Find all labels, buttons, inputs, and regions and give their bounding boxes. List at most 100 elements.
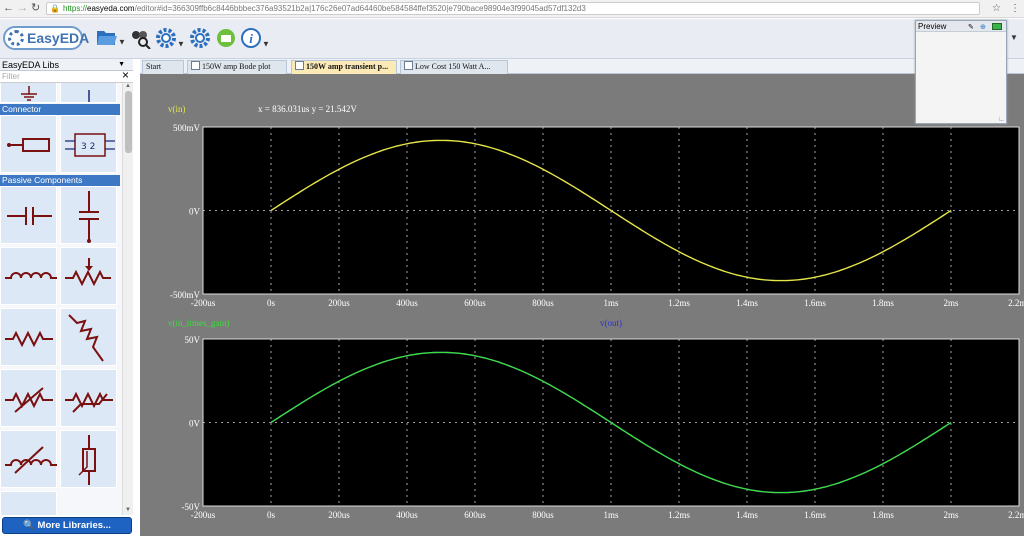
close-icon[interactable]: × <box>122 69 129 81</box>
x-tick-label: 1.6ms <box>804 298 826 308</box>
more-libraries-label: More Libraries... <box>37 520 111 531</box>
y-tick-label: 500mV <box>173 123 201 133</box>
star-icon[interactable]: ☆ <box>992 2 1001 15</box>
search-icon: 🔍 <box>23 520 35 531</box>
reload-icon[interactable]: ↻ <box>31 2 40 15</box>
x-tick-label: 400us <box>396 510 418 520</box>
wire-symbol-tile[interactable] <box>60 83 117 103</box>
y-tick-label: -50V <box>182 502 201 512</box>
filter-field[interactable]: Filter × <box>0 69 133 83</box>
x-tick-label: 1.2ms <box>668 298 690 308</box>
thermistor-tile[interactable] <box>60 369 117 427</box>
preview-panel[interactable]: Preview ✎ ⊕ ∟ <box>915 20 1007 124</box>
x-tick-label: 800us <box>532 510 554 520</box>
empty-tile <box>0 491 57 515</box>
tab-start[interactable]: Start <box>142 60 184 74</box>
x-tick-label: 200us <box>328 510 350 520</box>
tab-transient-plot[interactable]: 150W amp transient p... <box>291 60 397 74</box>
x-tick-label: 2ms <box>943 510 959 520</box>
kebab-menu-icon[interactable]: ⋮ <box>1010 2 1020 15</box>
x-tick-label: 1ms <box>603 510 619 520</box>
x-tick-label: 1ms <box>603 298 619 308</box>
tab-low-cost-amp[interactable]: Low Cost 150 Watt A... <box>400 60 508 74</box>
resistor-diagonal-tile[interactable] <box>60 308 117 366</box>
x-tick-label: 1.6ms <box>804 510 826 520</box>
gear-icon[interactable] <box>188 27 212 51</box>
schematic-file-icon <box>295 61 304 70</box>
more-libraries-button[interactable]: 🔍 More Libraries... <box>2 517 132 534</box>
filter-input[interactable]: Filter <box>2 72 20 81</box>
variable-inductor-tile[interactable] <box>0 430 57 488</box>
x-tick-label: 800us <box>532 298 554 308</box>
tab-bode-plot[interactable]: 150W amp Bode plot <box>187 60 287 74</box>
url-path: /editor#id=366309ffb6c8446bbbec376a93521… <box>134 4 586 13</box>
document-tabs: Start 150W amp Bode plot 150W amp transi… <box>140 59 1024 74</box>
x-tick-label: 600us <box>464 510 486 520</box>
browser-address-bar: ← → ↻ 🔒 https://easyeda.com/editor#id=36… <box>0 0 1024 18</box>
ground-symbol-tile[interactable] <box>0 83 57 103</box>
x-tick-label: 1.4ms <box>736 298 758 308</box>
library-header[interactable]: EasyEDA Libs ▼ <box>0 59 133 71</box>
y-tick-label: 50V <box>185 335 201 345</box>
scroll-up-icon[interactable]: ▲ <box>125 83 131 89</box>
schematic-file-icon <box>191 61 200 70</box>
legend-label: v(out) <box>600 318 622 328</box>
category-passive-components[interactable]: Passive Components <box>0 175 120 186</box>
waveform-plots[interactable]: -200us 0s 200us 400us 600us 800us 1ms 1.2ms 1.4m… <box>140 74 1024 536</box>
svg-text:i: i <box>249 31 253 46</box>
library-scrollbar[interactable]: ▲ ▼ <box>122 83 133 515</box>
tab-label: 150W amp transient p... <box>306 62 389 71</box>
x-tick-label: 1.4ms <box>736 510 758 520</box>
x-tick-label: 400us <box>396 298 418 308</box>
minimize-icon[interactable] <box>992 23 1002 30</box>
x-tick-label: 2.2ms <box>1008 298 1024 308</box>
potentiometer-tile[interactable] <box>60 247 117 305</box>
x-tick-label: 600us <box>464 298 486 308</box>
legend-label: v(in_times_gain) <box>168 318 230 328</box>
x-tick-label: 0s <box>267 298 276 308</box>
category-connector[interactable]: Connector <box>0 104 120 115</box>
x-tick-label: 1.8ms <box>872 298 894 308</box>
waveform-canvas[interactable]: -200us 0s 200us 400us 600us 800us 1ms 1.2ms 1.4m… <box>140 74 1024 536</box>
settings-gear-icon[interactable]: ▼ <box>154 27 186 51</box>
capacitor-tile[interactable] <box>0 186 57 244</box>
scrollbar-thumb[interactable] <box>125 91 132 153</box>
resistor-tile[interactable] <box>0 308 57 366</box>
y-tick-label: 0V <box>189 419 201 429</box>
x-tick-label: 2.2ms <box>1008 510 1024 520</box>
upload-icon[interactable]: ▼ <box>1006 27 1022 51</box>
url-scheme: https:// <box>63 4 88 13</box>
logo-gear-icon <box>8 30 24 46</box>
export-icon[interactable] <box>214 27 238 51</box>
info-icon[interactable]: i ▼ <box>240 27 270 51</box>
edit-pencil-icon[interactable]: ✎ <box>968 22 974 33</box>
tab-label: 150W amp Bode plot <box>202 62 271 71</box>
varistor-tile[interactable] <box>60 430 117 488</box>
library-panel: Connector 3 2 Passive Components <box>0 83 122 515</box>
tab-label: Start <box>146 62 162 71</box>
y-tick-label: -500mV <box>170 290 200 300</box>
legend-label: v(in) <box>168 104 186 114</box>
x-tick-label: 0s <box>267 510 276 520</box>
find-component-icon[interactable] <box>128 27 152 51</box>
back-arrow-icon[interactable]: ← <box>3 2 14 15</box>
pcb-file-icon <box>404 61 413 70</box>
resize-grip-icon[interactable]: ∟ <box>998 116 1005 123</box>
x-tick-label: 1.2ms <box>668 510 690 520</box>
url-field[interactable]: 🔒 https://easyeda.com/editor#id=366309ff… <box>46 2 980 15</box>
inductor-tile[interactable] <box>0 247 57 305</box>
variable-resistor-tile[interactable] <box>0 369 57 427</box>
url-host: easyeda.com <box>87 4 135 13</box>
y-tick-label: 0V <box>189 207 201 217</box>
tab-label: Low Cost 150 Watt A... <box>415 62 491 71</box>
capacitor-vertical-tile[interactable] <box>60 186 117 244</box>
connector-tile[interactable] <box>0 115 57 173</box>
scroll-down-icon[interactable]: ▼ <box>125 507 131 513</box>
folder-open-icon[interactable]: ▼ <box>96 27 126 51</box>
preview-header[interactable]: Preview ✎ ⊕ <box>916 21 1006 32</box>
header-connector-tile[interactable]: 3 2 <box>60 115 117 173</box>
x-tick-label: 1.8ms <box>872 510 894 520</box>
easyeda-logo[interactable]: EasyEDA <box>3 26 89 50</box>
fit-view-icon[interactable]: ⊕ <box>980 22 986 33</box>
forward-arrow-icon[interactable]: → <box>17 2 28 15</box>
